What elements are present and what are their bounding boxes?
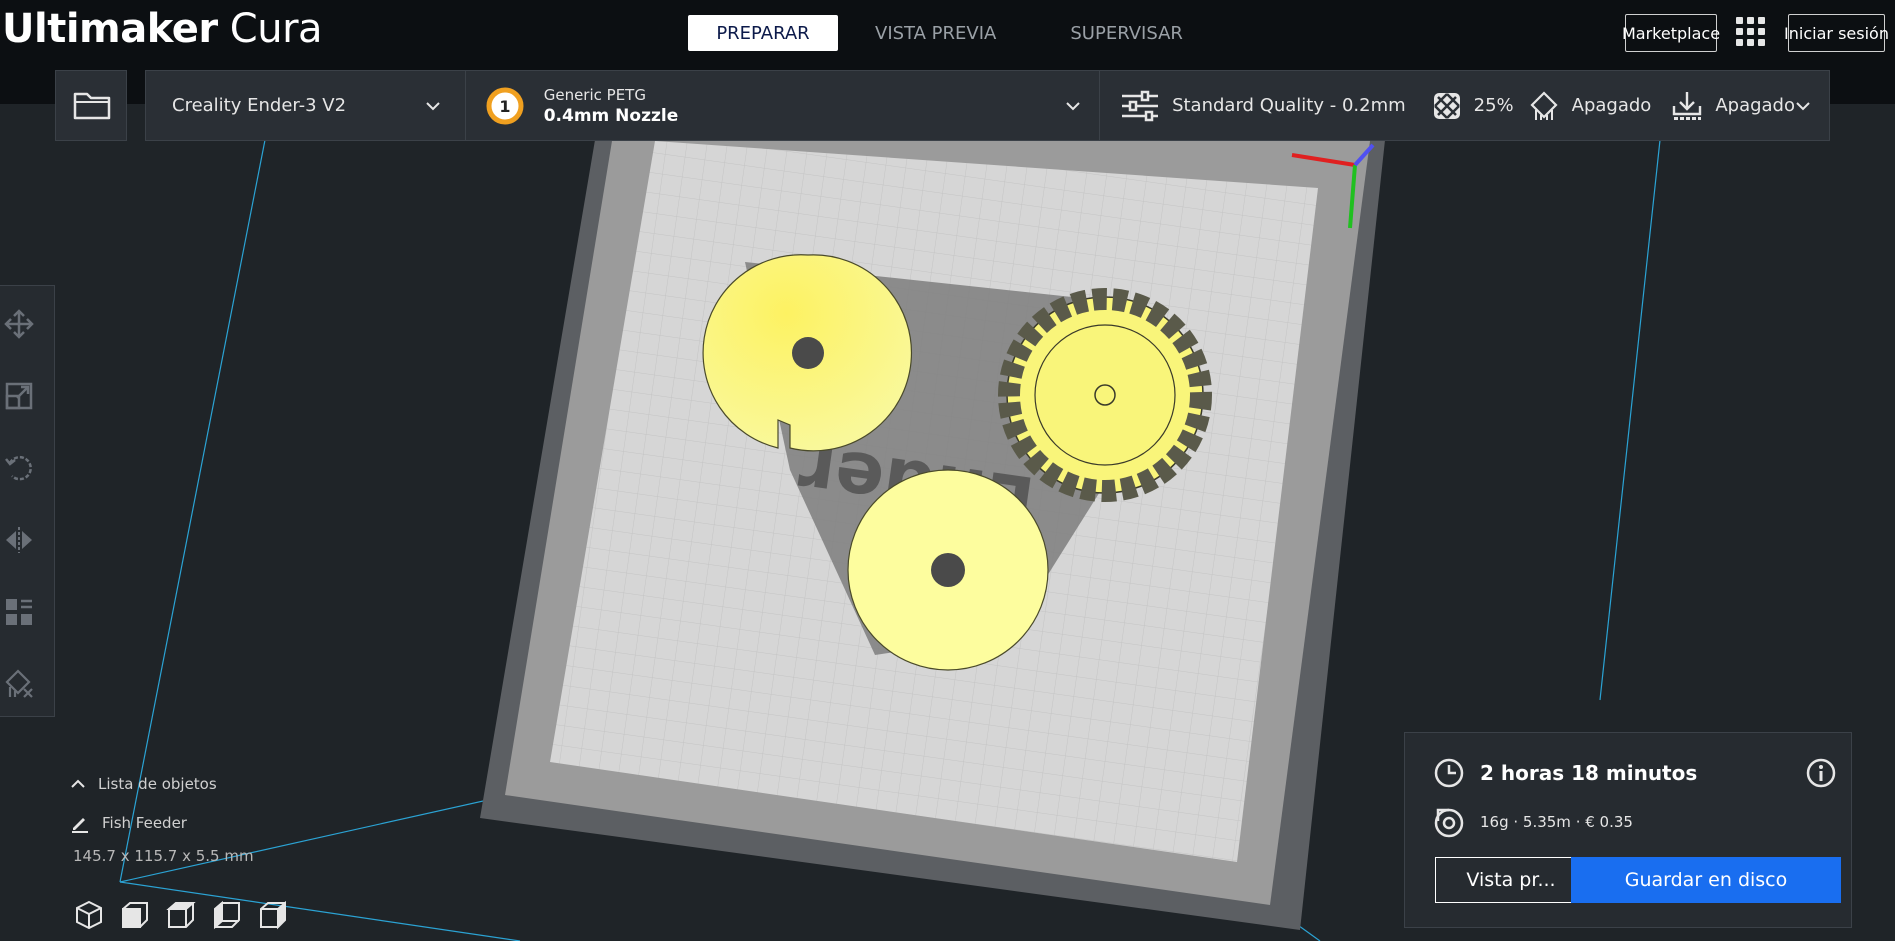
scale-tool[interactable] <box>1 378 37 414</box>
object-list: Lista de objetos Fish Feeder 145.7 x 115… <box>70 775 470 865</box>
view-right-icon[interactable] <box>258 900 288 930</box>
marketplace-button[interactable]: Marketplace <box>1622 14 1720 52</box>
svg-text:1: 1 <box>499 97 510 116</box>
object-name: Fish Feeder <box>102 814 187 832</box>
per-model-settings-icon <box>6 599 32 625</box>
support-icon <box>1530 90 1558 120</box>
view-3d-icon[interactable] <box>74 900 104 930</box>
move-icon <box>4 309 34 339</box>
infill-icon <box>1433 92 1460 119</box>
sliders-icon <box>1122 90 1159 121</box>
per-model-settings-tool[interactable] <box>1 594 37 630</box>
open-file-button[interactable] <box>55 70 127 141</box>
print-time: 2 horas 18 minutos <box>1480 761 1698 785</box>
part-disc-ring[interactable] <box>998 288 1212 502</box>
chevron-down-icon <box>1796 101 1810 110</box>
material-selector[interactable]: 1 Generic PETG 0.4mm Nozzle <box>466 71 1101 140</box>
chevron-up-icon <box>71 779 85 788</box>
view-top-icon[interactable] <box>166 900 196 930</box>
object-list-header: Lista de objetos <box>98 775 217 793</box>
print-setup-bar: Creality Ender-3 V2 1 Generic PETG 0.4mm… <box>145 70 1830 141</box>
folder-icon <box>73 92 111 120</box>
part-disc-slot[interactable] <box>702 254 913 452</box>
adhesion-icon <box>1673 91 1702 120</box>
apps-grid-icon[interactable] <box>1734 15 1768 49</box>
object-dimensions: 145.7 x 115.7 x 5.5 mm <box>73 847 254 865</box>
printer-name: Creality Ender-3 V2 <box>172 95 347 116</box>
chevron-down-icon <box>426 101 440 110</box>
material-summary: 16g · 5.35m · € 0.35 <box>1480 813 1633 831</box>
support-value: Apagado <box>1571 95 1652 116</box>
support-blocker-icon <box>5 669 33 698</box>
mirror-tool[interactable] <box>1 522 37 558</box>
mirror-icon <box>6 527 32 553</box>
part-disc-plain[interactable] <box>847 469 1049 671</box>
view-orientation-controls <box>74 900 288 930</box>
material-name: Generic PETG <box>543 85 646 104</box>
object-name-row[interactable]: Fish Feeder <box>70 813 470 833</box>
print-summary-panel: 2 horas 18 minutos 16g · 5.35m · € 0.35 … <box>1404 732 1852 928</box>
extruder-icon: 1 <box>486 87 524 124</box>
nozzle-size: 0.4mm Nozzle <box>543 105 679 126</box>
tab-preview[interactable]: VISTA PREVIA <box>838 15 1033 51</box>
info-icon[interactable] <box>1805 757 1837 789</box>
spool-icon <box>1434 808 1464 838</box>
print-settings-selector[interactable]: Standard Quality - 0.2mm 25% Apagado Apa… <box>1100 71 1829 140</box>
move-tool[interactable] <box>1 306 37 342</box>
rotate-icon <box>5 455 32 481</box>
tab-prepare[interactable]: PREPARAR <box>688 15 838 51</box>
app-logo: Ultimaker Cura <box>2 6 323 52</box>
view-front-icon[interactable] <box>120 900 150 930</box>
object-list-toggle[interactable]: Lista de objetos <box>70 775 470 793</box>
signin-button[interactable]: Iniciar sesión <box>1784 14 1889 52</box>
chevron-down-icon <box>1066 101 1080 110</box>
tab-monitor[interactable]: SUPERVISAR <box>1033 15 1220 51</box>
clock-icon <box>1434 758 1464 788</box>
stage-tabs: PREPARAR VISTA PREVIA SUPERVISAR <box>688 15 1220 51</box>
rotate-tool[interactable] <box>1 450 37 486</box>
adhesion-value: Apagado <box>1715 95 1795 116</box>
view-left-icon[interactable] <box>212 900 242 930</box>
infill-value: 25% <box>1473 95 1514 116</box>
scale-icon <box>5 382 33 410</box>
support-blocker-tool[interactable] <box>1 666 37 702</box>
save-to-disk-button[interactable]: Guardar en disco <box>1571 857 1841 903</box>
printer-selector[interactable]: Creality Ender-3 V2 <box>146 71 466 140</box>
tool-panel <box>0 285 55 717</box>
pencil-icon <box>72 818 88 833</box>
quality-profile: Standard Quality - 0.2mm <box>1172 95 1406 116</box>
preview-button[interactable]: Vista pr... <box>1435 857 1587 903</box>
